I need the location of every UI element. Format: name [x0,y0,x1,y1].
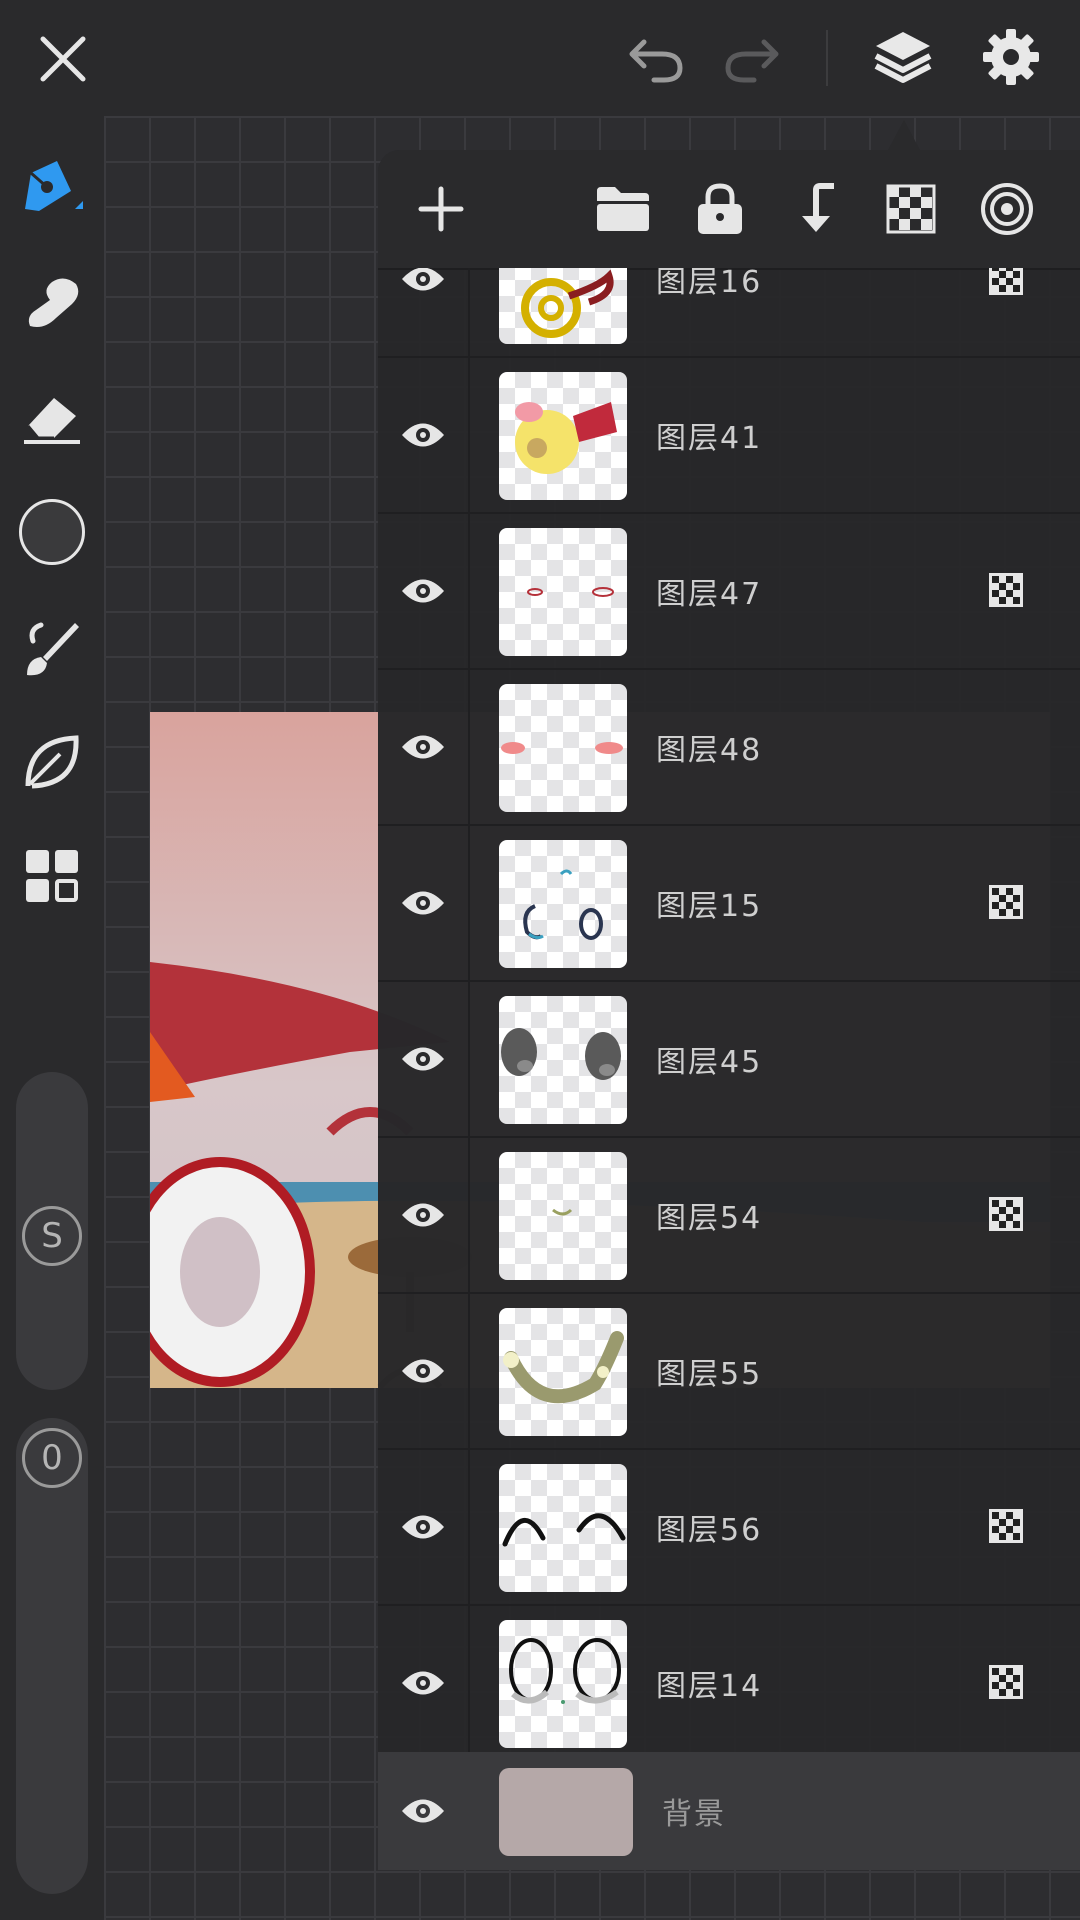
layer-thumbnail [499,268,627,344]
layer-row[interactable]: 图层55 [378,1294,1080,1450]
layers-icon[interactable] [868,22,938,92]
layer-name: 图层47 [656,577,763,612]
layer-row[interactable]: 图层48 [378,670,1080,826]
brush-size-slider[interactable]: S [16,1072,88,1390]
lock-icon[interactable] [687,176,753,242]
settings-gear-icon[interactable] [976,22,1046,92]
smudge-icon[interactable] [0,262,104,342]
layer-row[interactable]: 图层41 [378,358,1080,514]
grid-icon[interactable] [0,836,104,916]
visibility-toggle[interactable] [378,514,470,668]
clipping-mask-icon [988,268,1024,300]
visibility-toggle[interactable] [378,670,470,824]
color-swatch[interactable] [0,492,104,572]
clipping-mask-icon [988,1664,1024,1704]
top-bar [0,0,1080,116]
visibility-toggle[interactable] [378,982,470,1136]
layer-row[interactable]: 图层16 [378,268,1080,358]
visibility-toggle[interactable] [378,358,470,512]
layer-row[interactable]: 图层45 [378,982,1080,1138]
close-icon[interactable] [30,26,96,92]
opacity-slider[interactable]: 0 [16,1418,88,1894]
layer-name: 图层54 [656,1201,763,1236]
visibility-toggle[interactable] [378,1752,468,1870]
visibility-toggle[interactable] [378,1606,470,1752]
layer-row[interactable]: 图层15 [378,826,1080,982]
redo-icon[interactable] [718,26,786,92]
clipping-mask-icon [988,884,1024,924]
alpha-lock-icon[interactable] [878,176,944,242]
pen-icon[interactable] [0,146,104,226]
layers-panel-toolbar [378,150,1080,270]
clipping-mask-icon [988,572,1024,612]
layer-thumbnail [499,840,627,968]
opacity-knob[interactable]: 0 [22,1428,82,1488]
background-thumbnail [499,1768,633,1856]
layer-row[interactable]: 图层54 [378,1138,1080,1294]
visibility-toggle[interactable] [378,1450,470,1604]
target-icon[interactable] [974,176,1040,242]
layer-name: 图层55 [656,1357,763,1392]
layer-name: 图层48 [656,733,763,768]
visibility-toggle[interactable] [378,1294,470,1448]
layer-name: 图层14 [656,1669,763,1704]
layer-thumbnail [499,1152,627,1280]
add-layer-icon[interactable] [408,176,474,242]
undo-icon[interactable] [622,26,690,92]
clipping-mask-icon [988,1196,1024,1236]
leaf-icon[interactable] [0,722,104,802]
clipping-mask-icon [988,1508,1024,1548]
layer-thumbnail [499,528,627,656]
layer-thumbnail [499,372,627,500]
visibility-toggle[interactable] [378,1138,470,1292]
tool-sidebar: S 0 [0,116,104,1920]
layer-name: 图层56 [656,1513,763,1548]
layer-name: 图层45 [656,1045,763,1080]
layer-name: 图层16 [656,268,763,300]
layer-name: 图层15 [656,889,763,924]
visibility-toggle[interactable] [378,268,470,356]
layer-name: 图层41 [656,421,763,456]
background-layer-name: 背景 [662,1797,726,1832]
layer-list[interactable]: 图层16 图层41 图层47 图层48 图层15 图层45 图层54 图层55 … [378,268,1080,1752]
layer-thumbnail [499,996,627,1124]
visibility-toggle[interactable] [378,826,470,980]
panel-pointer [888,120,920,150]
layer-row[interactable]: 图层56 [378,1450,1080,1606]
size-knob[interactable]: S [22,1206,82,1266]
layer-row[interactable]: 图层14 [378,1606,1080,1752]
layer-thumbnail [499,684,627,812]
layer-thumbnail [499,1464,627,1592]
folder-icon[interactable] [590,176,656,242]
eraser-icon[interactable] [0,376,104,456]
merge-down-icon[interactable] [783,176,849,242]
layer-row[interactable]: 图层47 [378,514,1080,670]
toolbar-divider [826,30,828,86]
brush-icon[interactable] [0,608,104,688]
layer-thumbnail [499,1308,627,1436]
background-layer-row[interactable]: 背景 [378,1752,1080,1870]
layer-thumbnail [499,1620,627,1748]
